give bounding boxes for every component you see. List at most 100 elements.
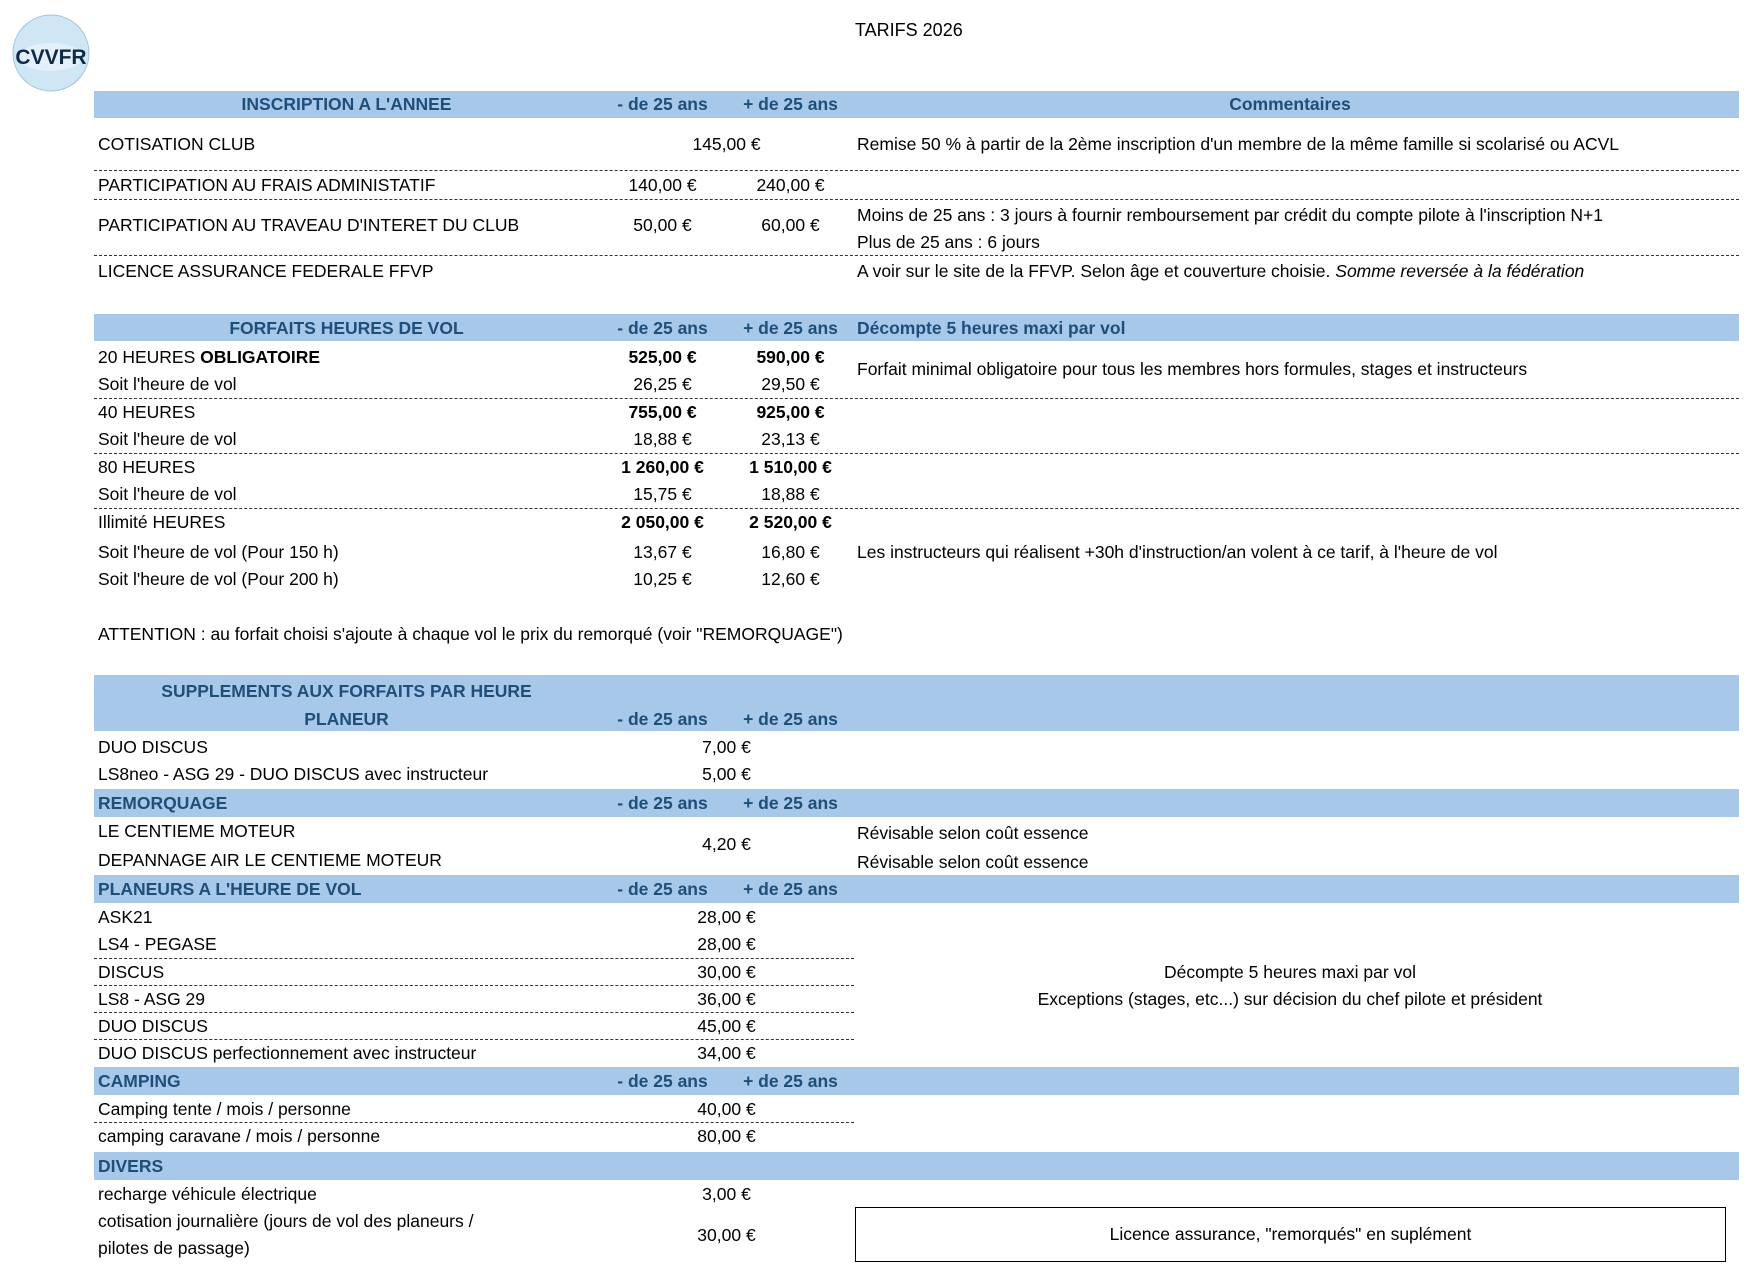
- divider: [94, 255, 1739, 256]
- label-text: 20 HEURES: [98, 347, 201, 367]
- remorquage-header: REMORQUAGE: [98, 793, 228, 813]
- col-over-25: + de 25 ans: [743, 879, 838, 899]
- page-title: TARIFS 2026: [855, 20, 963, 40]
- col-under-25: - de 25 ans: [617, 709, 708, 729]
- price-over: 60,00 €: [761, 215, 820, 235]
- row-price: 80,00 €: [697, 1126, 756, 1146]
- divider: [94, 508, 1739, 509]
- price-over: 23,13 €: [761, 429, 820, 449]
- divider: [94, 1039, 854, 1040]
- row-label: LS8neo - ASG 29 - DUO DISCUS avec instru…: [98, 764, 489, 784]
- col-comments: Commentaires: [1229, 94, 1351, 114]
- forfaits-header: FORFAITS HEURES DE VOL: [229, 318, 464, 338]
- row-comment: Plus de 25 ans : 6 jours: [857, 232, 1040, 252]
- row-label-2: pilotes de passage): [98, 1238, 250, 1258]
- camping-header: CAMPING: [98, 1071, 181, 1091]
- row-label: DUO DISCUS perfectionnement avec instruc…: [98, 1043, 477, 1063]
- col-under-25: - de 25 ans: [617, 318, 708, 338]
- row-price: 30,00 €: [697, 962, 756, 982]
- attention-note: ATTENTION : au forfait choisi s'ajoute à…: [98, 624, 843, 644]
- camping-header-band: [94, 1067, 1739, 1095]
- price-under: 15,75 €: [633, 484, 692, 504]
- price-over: 2 520,00 €: [749, 512, 832, 532]
- price-under: 2 050,00 €: [621, 512, 704, 532]
- row-label: DUO DISCUS: [98, 737, 208, 757]
- row-label: DEPANNAGE AIR LE CENTIEME MOTEUR: [98, 850, 442, 870]
- supplement-note: Licence assurance, "remorqués" en suplém…: [1109, 1224, 1472, 1244]
- row-label: LICENCE ASSURANCE FEDERALE FFVP: [98, 261, 434, 281]
- inscription-header: INSCRIPTION A L'ANNEE: [241, 94, 452, 114]
- price-over: 12,60 €: [761, 569, 820, 589]
- row-price: 34,00 €: [697, 1043, 756, 1063]
- row-price: 36,00 €: [697, 989, 756, 1009]
- col-over-25: + de 25 ans: [743, 318, 838, 338]
- planeurs-comment-2: Exceptions (stages, etc...) sur décision…: [1037, 989, 1543, 1009]
- row-label: cotisation journalière (jours de vol des…: [98, 1211, 474, 1231]
- col-over-25: + de 25 ans: [743, 709, 838, 729]
- price-under: 26,25 €: [633, 374, 692, 394]
- remorquage-price: 4,20 €: [702, 834, 751, 854]
- forfaits-comment-header: Décompte 5 heures maxi par vol: [857, 318, 1126, 338]
- row-label: 80 HEURES: [98, 457, 196, 477]
- row-label: Illimité HEURES: [98, 512, 226, 532]
- supplements-header-2: PLANEUR: [304, 709, 389, 729]
- row-label: DISCUS: [98, 962, 165, 982]
- row-label: ASK21: [98, 907, 153, 927]
- divider: [94, 170, 1739, 171]
- planeurs-comment: Décompte 5 heures maxi par vol: [1164, 962, 1416, 982]
- col-under-25: - de 25 ans: [617, 94, 708, 114]
- col-under-25: - de 25 ans: [617, 793, 708, 813]
- row-price: 28,00 €: [697, 907, 756, 927]
- price-under: 140,00 €: [628, 175, 697, 195]
- divider: [94, 1122, 854, 1123]
- divider: [94, 453, 1739, 454]
- divider: [94, 958, 854, 959]
- price-under: 10,25 €: [633, 569, 692, 589]
- price-under: 18,88 €: [633, 429, 692, 449]
- price-over: 925,00 €: [756, 402, 825, 422]
- row-comment: A voir sur le site de la FFVP. Selon âge…: [857, 261, 1584, 282]
- row-label: PARTICIPATION AU FRAIS ADMINISTATIF: [98, 175, 436, 195]
- row-price: 145,00 €: [692, 134, 761, 154]
- row-comment: Révisable selon coût essence: [857, 852, 1089, 872]
- supplements-header: SUPPLEMENTS AUX FORFAITS PAR HEURE: [161, 681, 532, 701]
- row-comment: Remise 50 % à partir de la 2ème inscript…: [857, 134, 1620, 154]
- price-over: 1 510,00 €: [749, 457, 832, 477]
- price-over: 29,50 €: [761, 374, 820, 394]
- row-price: 5,00 €: [702, 764, 751, 784]
- row-price: 7,00 €: [702, 737, 751, 757]
- row-comment: Forfait minimal obligatoire pour tous le…: [857, 359, 1528, 379]
- row-label: camping caravane / mois / personne: [98, 1126, 381, 1146]
- supplement-note-box: Licence assurance, "remorqués" en suplém…: [855, 1207, 1726, 1262]
- col-under-25: - de 25 ans: [617, 1071, 708, 1091]
- row-label: DUO DISCUS: [98, 1016, 208, 1036]
- row-label: Soit l'heure de vol (Pour 200 h): [98, 569, 339, 589]
- price-under: 755,00 €: [628, 402, 697, 422]
- row-price: 28,00 €: [697, 934, 756, 954]
- row-label: COTISATION CLUB: [98, 134, 256, 154]
- price-over: 16,80 €: [761, 542, 820, 562]
- comment-text: A voir sur le site de la FFVP. Selon âge…: [857, 261, 1336, 281]
- price-under: 1 260,00 €: [621, 457, 704, 477]
- price-under: 13,67 €: [633, 542, 692, 562]
- row-label: Soit l'heure de vol: [98, 484, 237, 504]
- price-over: 240,00 €: [756, 175, 825, 195]
- col-over-25: + de 25 ans: [743, 793, 838, 813]
- row-price: 30,00 €: [697, 1225, 756, 1245]
- row-label: recharge véhicule électrique: [98, 1184, 317, 1204]
- row-comment: Révisable selon coût essence: [857, 823, 1089, 843]
- row-label: 20 HEURES OBLIGATOIRE: [98, 347, 320, 368]
- row-label: Camping tente / mois / personne: [98, 1099, 351, 1119]
- divider: [94, 985, 854, 986]
- price-over: 590,00 €: [756, 347, 825, 367]
- price-over: 18,88 €: [761, 484, 820, 504]
- row-price: 45,00 €: [697, 1016, 756, 1036]
- row-label: Soit l'heure de vol: [98, 374, 237, 394]
- row-label: LS8 - ASG 29: [98, 989, 206, 1009]
- cvvfr-logo: CVVFR: [12, 14, 90, 92]
- divers-header: DIVERS: [98, 1156, 164, 1176]
- label-bold: OBLIGATOIRE: [200, 347, 321, 367]
- comment-italic: Somme reversée à la fédération: [1335, 261, 1585, 281]
- row-label: Soit l'heure de vol: [98, 429, 237, 449]
- row-comment: Moins de 25 ans : 3 jours à fournir remb…: [857, 205, 1604, 225]
